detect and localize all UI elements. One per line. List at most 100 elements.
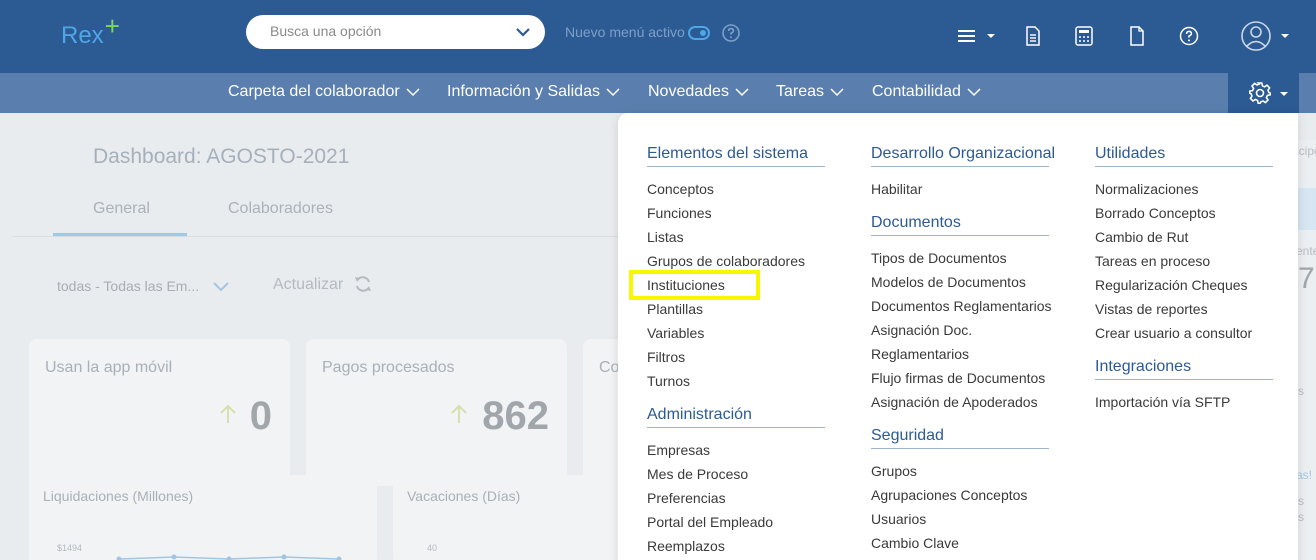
search-select[interactable] [246,15,545,49]
menu-item-listas[interactable]: Listas [647,229,684,245]
menu-item-cambio-clave[interactable]: Cambio Clave [871,535,959,551]
right-strip-text: s [1298,494,1304,508]
menu-item-grupos-colaboradores[interactable]: Grupos de colaboradores [647,253,805,269]
menu-item-mes-proceso[interactable]: Mes de Proceso [647,466,748,482]
menu-item-normalizaciones[interactable]: Normalizaciones [1095,181,1198,197]
chart-liquidaciones: Liquidaciones (Millones) $1494 [29,475,377,560]
menu-item-portal-empleado[interactable]: Portal del Empleado [647,514,773,530]
section-title-utilidades: Utilidades [1095,145,1166,162]
section-title-administracion: Administración [647,406,752,423]
help-icon[interactable] [1179,26,1199,46]
file-icon[interactable] [1129,26,1145,46]
menu-item-borrado-conceptos[interactable]: Borrado Conceptos [1095,205,1216,221]
section-divider [647,427,825,428]
section-divider [871,448,1049,449]
dashboard-title: Dashboard: AGOSTO-2021 [93,145,350,168]
card-value: 862 [482,394,549,438]
logo-plus: + [104,11,120,41]
menu-item-turnos[interactable]: Turnos [647,373,690,389]
document-icon[interactable] [1025,26,1041,46]
stat-card-app-movil: Usan la app móvil 0 [29,339,290,486]
menu-item-plantillas[interactable]: Plantillas [647,301,703,317]
user-avatar-icon[interactable] [1241,20,1293,52]
arrow-up-icon [451,404,467,423]
right-strip-text: ente [1296,244,1316,258]
gear-icon [1249,82,1288,104]
menu-item-variables[interactable]: Variables [647,325,704,341]
card-label: Co [599,359,620,376]
menu-item-conceptos[interactable]: Conceptos [647,181,714,197]
menu-item-filtros[interactable]: Filtros [647,349,685,365]
right-strip-text: icipo [1296,144,1316,158]
menu-item-tareas-proceso[interactable]: Tareas en proceso [1095,253,1210,269]
menu-item-preferencias[interactable]: Preferencias [647,490,726,506]
top-header: Rex+ Nuevo menú activo [0,0,1316,73]
section-title-desarrollo: Desarrollo Organizacional [871,145,1056,162]
menu-item-grupos[interactable]: Grupos [871,463,917,479]
new-menu-label: Nuevo menú activo [565,24,685,40]
chart-line [116,554,342,560]
refresh-button[interactable]: Actualizar [273,276,343,294]
menu-item-flujo-firmas[interactable]: Flujo firmas de Documentos [871,370,1045,386]
chevron-down-icon[interactable] [213,280,229,292]
menu-item-reemplazos[interactable]: Reemplazos [647,538,725,554]
nav-carpeta-colaborador[interactable]: Carpeta del colaborador [228,83,420,101]
calculator-icon[interactable] [1075,26,1093,46]
settings-mega-menu: Elementos del sistema Conceptos Funcione… [618,113,1298,560]
chevron-down-icon[interactable] [515,25,531,39]
nav-label: Tareas [776,83,825,100]
section-divider [1095,379,1273,380]
menu-item-importacion-sftp[interactable]: Importación vía SFTP [1095,394,1230,410]
menu-item-regularizacion-cheques[interactable]: Regularización Cheques [1095,277,1248,293]
section-divider [871,166,1049,167]
section-divider [647,166,825,167]
arrow-up-icon [220,404,236,423]
right-panel-block [1298,188,1316,230]
menu-item-asignacion-apoderados[interactable]: Asignación de Apoderados [871,394,1038,410]
nav-label: Novedades [648,83,729,100]
menu-item-vistas-reportes[interactable]: Vistas de reportes [1095,301,1208,317]
nav-label: Contabilidad [872,83,961,100]
chevron-down-icon [967,88,981,96]
nav-label: Carpeta del colaborador [228,83,400,100]
tabs-divider [12,236,618,237]
right-strip-value: 7 [1298,262,1315,295]
chart-tick: $1494 [57,543,83,553]
highlight-box [629,270,760,300]
company-select[interactable]: todas - Todas las Em... [57,278,199,294]
nav-contabilidad[interactable]: Contabilidad [872,83,981,101]
section-divider [871,235,1049,236]
tab-colaboradores[interactable]: Colaboradores [228,200,333,218]
nav-tareas[interactable]: Tareas [776,83,844,101]
right-strip-text: as! [1296,468,1313,482]
search-input[interactable] [270,23,500,39]
help-circle-icon[interactable] [722,24,740,42]
card-label: Pagos procesados [322,359,455,376]
menu-item-cambio-rut[interactable]: Cambio de Rut [1095,229,1188,245]
menu-item-modelos-documentos[interactable]: Modelos de Documentos [871,274,1026,290]
tab-general[interactable]: General [93,200,150,218]
section-title-integraciones: Integraciones [1095,358,1192,375]
menu-item-crear-usuario-consultor[interactable]: Crear usuario a consultor [1095,325,1252,341]
nav-informacion-salidas[interactable]: Información y Salidas [447,83,620,101]
menu-icon[interactable] [958,29,998,45]
menu-item-tipos-documentos[interactable]: Tipos de Documentos [871,250,1007,266]
nav-novedades[interactable]: Novedades [648,83,749,101]
menu-item-habilitar[interactable]: Habilitar [871,181,922,197]
menu-item-asignacion-doc[interactable]: Asignación Doc. [871,322,972,338]
chart-label: Vacaciones (Días) [407,488,521,504]
menu-item-empresas[interactable]: Empresas [647,442,710,458]
right-strip-text: s [1298,384,1304,398]
new-menu-toggle[interactable] [688,26,710,40]
settings-menu-button[interactable] [1228,73,1299,113]
stat-card-pagos: Pagos procesados 862 [306,339,567,486]
menu-item-usuarios[interactable]: Usuarios [871,511,926,527]
card-value: 0 [249,394,272,438]
section-title-seguridad: Seguridad [871,427,944,444]
menu-item-documentos-reglamentarios[interactable]: Documentos Reglamentarios [871,298,1052,314]
menu-item-agrupaciones-conceptos[interactable]: Agrupaciones Conceptos [871,487,1027,503]
menu-item-funciones[interactable]: Funciones [647,205,712,221]
app-logo[interactable]: Rex+ [61,11,120,50]
refresh-icon[interactable] [354,275,372,293]
menu-item-reglamentarios[interactable]: Reglamentarios [871,346,969,362]
